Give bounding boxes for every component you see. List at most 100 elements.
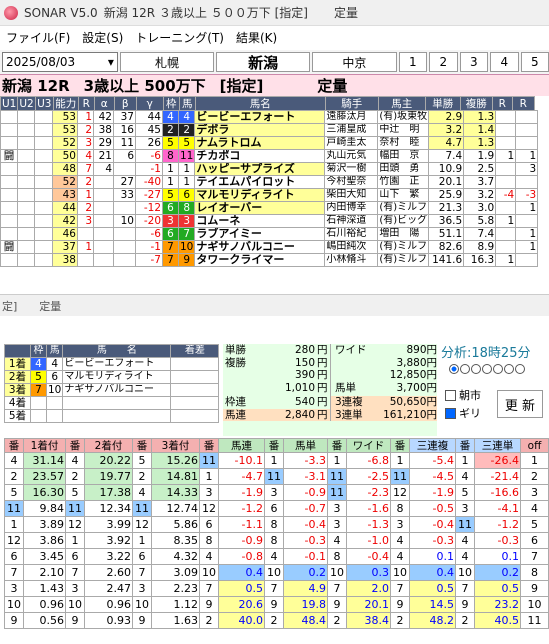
runner-row[interactable]: 38 -7 7 9 タワークライマー 小林脩斗 (有)ミルフ 141.6 16.3 1 [0, 253, 539, 267]
odds-off: 10 [520, 596, 549, 613]
runner-row[interactable]: 42 3 10 -20 3 3 コムーネ 石神深道 (有)ビッグ 36.5 5.8 1 [0, 214, 539, 228]
odds-o1: 2.10 [23, 564, 66, 581]
umatan-label: 馬単 [335, 381, 356, 394]
col-header[interactable]: 騎手 [324, 96, 379, 111]
col-header[interactable]: 馬名 [194, 96, 326, 111]
runner-table-header: U1 U2 U3 能力 Rα β γ 枠馬馬名 騎手 馬主 単勝 複勝 R R [0, 96, 535, 111]
menu-results[interactable]: 結果(K) [236, 29, 277, 46]
wide-unit: 円 [426, 369, 438, 381]
odds-col-header[interactable]: ワイド [346, 438, 391, 453]
update-button[interactable]: 更 新 [497, 390, 543, 418]
odds-col-header[interactable]: 番 [390, 438, 410, 453]
odds-col-header[interactable]: 馬連 [218, 438, 265, 453]
runner-jk: 小林脩斗 [324, 253, 379, 267]
odds-o7: 48.2 [409, 612, 456, 629]
runner-row[interactable]: 53 1 42 37 44 4 4 ビービーエフォート 遠藤汰月 (有)坂東牧 2.9 1.3 [0, 110, 539, 124]
runner-b [113, 253, 136, 267]
odds-n4: 1 [199, 468, 219, 485]
venue-sapporo-button[interactable]: 札幌 [119, 52, 215, 72]
runner-row[interactable]: 44 2 -12 6 8 レイオーバー 内田博幸 (有)ミルフ 21.3 3.0 1 [0, 201, 539, 215]
odds-col-header[interactable]: 番 [327, 438, 347, 453]
odds-n7: 1 [390, 452, 410, 469]
odds-n2: 10 [65, 596, 85, 613]
race-3-button[interactable]: 3 [459, 52, 489, 72]
radio-7[interactable] [515, 364, 525, 374]
col-header[interactable]: U1 [0, 96, 19, 111]
runner-row[interactable]: 48 7 4 -1 1 1 ハッピーサプライズ 菊沢一樹 田頭 勇 10.9 2.5 3 [0, 162, 539, 176]
odds-col-header[interactable]: 2着付 [84, 438, 133, 453]
odds-n1: 1 [4, 516, 24, 533]
col-header[interactable]: R [491, 96, 513, 111]
col-header[interactable]: R [77, 96, 95, 111]
runner-a [93, 227, 114, 241]
odds-off: 3 [520, 484, 549, 501]
odds-col-header[interactable]: 番 [455, 438, 475, 453]
odds-col-header[interactable]: 馬単 [283, 438, 328, 453]
odds-o4: -0.8 [218, 548, 265, 565]
venue-chukyo-button[interactable]: 中京 [312, 52, 397, 72]
odds-col-header[interactable]: 番 [199, 438, 219, 453]
radio-6[interactable] [504, 364, 514, 374]
runner-row[interactable]: 53 2 38 16 45 2 2 デボラ 三浦皇成 中辻 明 3.2 1.4 [0, 123, 539, 137]
race-1-button[interactable]: 1 [398, 52, 428, 72]
col-header[interactable]: α [93, 96, 115, 111]
runner-name: デボラ [194, 123, 326, 137]
odds-o4: 20.6 [218, 596, 265, 613]
runner-own: 奈村 睦 [377, 136, 430, 150]
runner-r1: -4 [495, 188, 517, 202]
result-waku: 4 [30, 357, 47, 371]
col-header[interactable]: 単勝 [424, 96, 461, 111]
col-header[interactable]: 馬主 [377, 96, 426, 111]
odds-col-header[interactable]: 3着付 [151, 438, 200, 453]
odds-col-header[interactable]: 三連複 [409, 438, 456, 453]
runner-fuku: 3.7 [463, 175, 497, 189]
runner-row[interactable]: 52 2 27 -40 1 1 テイエムパイロット 今村聖奈 竹園 正 20.1 3.7 [0, 175, 539, 189]
venue-niigata-button[interactable]: 新潟 [216, 52, 311, 72]
runner-row[interactable]: 46 -6 6 7 ラブアイミー 石川裕紀 増田 陽 51.1 7.4 1 [0, 227, 539, 241]
runner-row[interactable]: 43 1 33 -27 5 6 マルモリディライト 柴田大知 山下 繁 25.9 3.2 -4 -3 [0, 188, 539, 202]
col-header[interactable]: 能力 [52, 96, 79, 111]
race-4-button[interactable]: 4 [490, 52, 519, 72]
col-header[interactable]: 複勝 [459, 96, 493, 111]
wide-value-1: 890 [406, 344, 427, 356]
race-5-button[interactable]: 5 [520, 52, 549, 72]
odds-col-header[interactable]: 番 [65, 438, 85, 453]
col-header[interactable]: U3 [34, 96, 54, 111]
wide-unit: 円 [426, 344, 438, 356]
col-header[interactable]: R [511, 96, 535, 111]
radio-2[interactable] [460, 364, 470, 374]
odds-n5: 10 [264, 564, 284, 581]
col-header[interactable]: U2 [17, 96, 36, 111]
radio-1[interactable] [449, 364, 459, 374]
result-pos: 4着 [4, 396, 31, 410]
odds-col-header[interactable]: 番 [264, 438, 284, 453]
odds-col-header[interactable]: 番 [4, 438, 24, 453]
race-2-button[interactable]: 2 [429, 52, 458, 72]
giri-checkbox[interactable] [445, 407, 456, 419]
runner-a [93, 175, 114, 189]
asaichi-checkbox[interactable] [445, 389, 456, 401]
odds-col-header[interactable]: 三連単 [474, 438, 521, 453]
odds-col-header[interactable]: off [520, 438, 549, 453]
odds-n1: 3 [4, 580, 24, 597]
menu-file[interactable]: ファイル(F) [6, 29, 70, 46]
runner-row[interactable]: 52 3 29 11 26 5 5 ナムラトロム 戸崎圭太 奈村 睦 4.7 1.3 [0, 136, 539, 150]
odds-col-header[interactable]: 番 [132, 438, 152, 453]
menu-training[interactable]: トレーニング(T) [135, 29, 224, 46]
col-header[interactable]: 枠 [162, 96, 180, 111]
col-header[interactable]: 馬 [178, 96, 196, 111]
radio-4[interactable] [482, 364, 492, 374]
odds-o6: -1.3 [346, 516, 391, 533]
radio-5[interactable] [493, 364, 503, 374]
menu-settings[interactable]: 設定(S) [82, 29, 123, 46]
runner-waku: 1 [162, 162, 179, 176]
runner-row[interactable]: 闘 50 4 21 6 -6 8 11 チカポコ 丸山元気 幅田 京 7.4 1.9 1 1 [0, 149, 539, 163]
col-header[interactable]: β [113, 96, 137, 111]
col-header[interactable]: γ [135, 96, 164, 111]
runner-r2 [515, 175, 539, 189]
odds-n2: 7 [65, 564, 85, 581]
radio-3[interactable] [471, 364, 481, 374]
date-select[interactable]: 2025/08/03 ▾ [2, 52, 118, 72]
odds-col-header[interactable]: 1着付 [23, 438, 66, 453]
runner-row[interactable]: 闘 37 1 -1 7 10 ナギサノバルコニー 嶋田純次 (有)ミルフ 82.6 8.9 1 [0, 240, 539, 254]
